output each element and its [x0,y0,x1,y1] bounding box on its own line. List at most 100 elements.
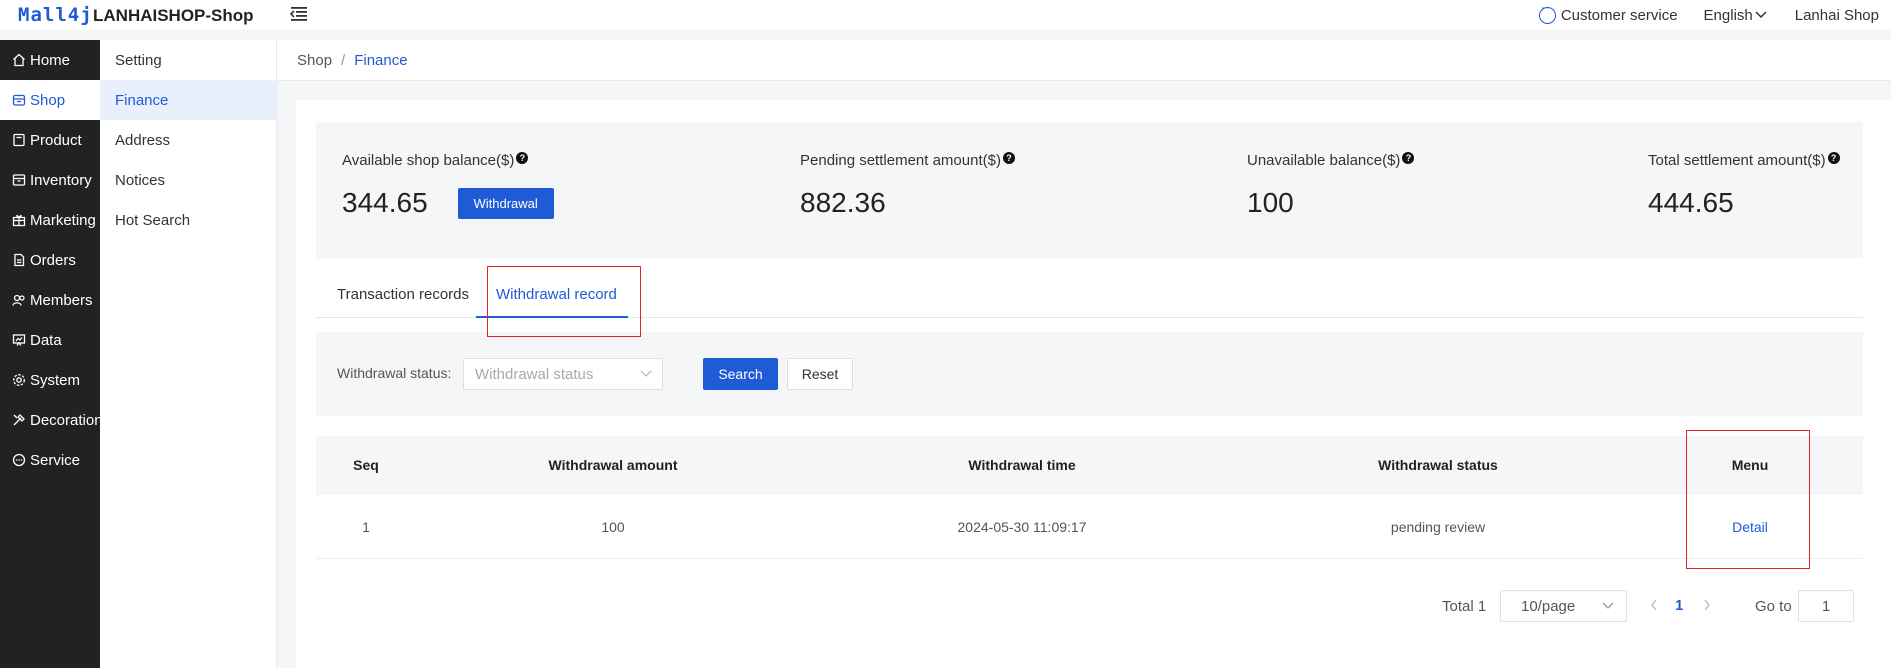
column-header-time: Withdrawal time [968,457,1076,473]
submenu-item-hot-search[interactable]: Hot Search [100,200,276,240]
sidebar-item-label: Data [30,331,62,349]
reset-button[interactable]: Reset [787,358,853,390]
goto-page-input[interactable] [1798,590,1854,622]
shop-name: LANHAISHOP-Shop [93,6,254,25]
cell-time: 2024-05-30 11:09:17 [957,519,1087,535]
submenu-item-address[interactable]: Address [100,120,276,160]
page-number-1[interactable]: 1 [1675,597,1683,614]
withdrawal-status-placeholder: Withdrawal status [475,365,594,383]
sidebar-item-label: Orders [30,251,76,269]
data-icon [12,333,26,347]
main-sidebar: Home Shop Product Inventory Marketing Or… [0,40,103,668]
top-right-actions: Customer service English Lanhai Shop [1538,0,1891,30]
sidebar-item-label: Members [30,291,93,309]
breadcrumb-shop[interactable]: Shop [297,52,332,69]
pending-settlement-label: Pending settlement amount($) [800,152,1001,169]
pagination: Total 1 10/page 1 Go to [296,590,1891,622]
page-size-select[interactable]: 10/page [1500,590,1627,622]
product-icon [12,133,26,147]
sidebar-item-orders[interactable]: Orders [0,240,100,280]
withdrawal-status-label: Withdrawal status: [337,365,452,381]
pending-settlement: Pending settlement amount($) ? 882.36 [800,151,1015,218]
help-icon[interactable]: ? [1402,151,1415,164]
breadcrumb-finance: Finance [354,51,408,69]
customer-service-label: Customer service [1560,6,1678,24]
column-header-status: Withdrawal status [1378,457,1498,473]
document-icon [12,253,26,267]
unavailable-balance-label: Unavailable balance($) [1247,152,1401,169]
submenu-item-setting[interactable]: Setting [100,40,276,80]
unavailable-balance-value: 100 [1247,186,1294,218]
customer-service-link[interactable]: Customer service [1538,2,1678,24]
available-balance-value: 344.65 [342,187,428,218]
column-header-menu: Menu [1731,457,1769,473]
page-size-value: 10/page [1521,597,1576,615]
sidebar-item-label: Product [30,131,82,149]
sidebar-item-label: System [30,371,81,389]
search-panel: Withdrawal status: Withdrawal status Sea… [316,332,1863,416]
members-icon [12,293,26,307]
inventory-icon [12,173,26,187]
withdrawal-button[interactable]: Withdrawal [457,187,554,219]
sidebar-item-inventory[interactable]: Inventory [0,160,100,200]
detail-link[interactable]: Detail [1732,495,1768,559]
chat-bubble-icon [1538,2,1556,24]
submenu-item-finance[interactable]: Finance [100,80,276,120]
total-settlement-value: 444.65 [1648,186,1734,218]
language-label: English [1703,6,1753,24]
chevron-down-icon [1755,11,1767,19]
cell-status: pending review [1390,519,1486,535]
next-page-icon[interactable] [1702,598,1712,612]
column-header-seq: Seq [353,457,379,473]
prev-page-icon[interactable] [1649,598,1659,612]
record-tabs: Transaction records Withdrawal record [316,272,1863,318]
finance-card: Available shop balance($) ? 344.65 Withd… [296,100,1891,668]
shop-icon [12,93,26,107]
sidebar-item-decoration[interactable]: Decoration [0,400,103,440]
total-settlement: Total settlement amount($) ? 444.65 [1648,151,1840,218]
sidebar-item-label: Shop [30,91,66,109]
table-header: Seq Withdrawal amount Withdrawal time Wi… [316,436,1863,495]
unavailable-balance: Unavailable balance($) ? 100 [1247,151,1415,218]
sidebar-item-home[interactable]: Home [0,40,100,80]
help-icon[interactable]: ? [516,151,529,164]
tab-withdrawal-record[interactable]: Withdrawal record [496,272,617,318]
active-tab-indicator [476,316,628,318]
user-menu[interactable]: Lanhai Shop [1795,7,1879,24]
language-dropdown[interactable]: English [1704,7,1767,24]
decoration-icon [12,413,26,427]
menu-collapse-icon[interactable] [290,6,308,22]
top-bar: Mall4j LANHAISHOP-Shop Customer service … [0,0,1891,30]
help-icon[interactable]: ? [1827,151,1840,164]
sidebar-item-marketing[interactable]: Marketing [0,200,100,240]
home-icon [12,53,26,67]
chevron-down-icon [640,370,652,377]
withdrawal-status-select[interactable]: Withdrawal status [463,358,663,390]
breadcrumb-separator: / [341,51,346,69]
help-icon[interactable]: ? [1002,151,1015,164]
sidebar-item-label: Inventory [30,171,92,189]
pagination-total: Total 1 [1442,598,1487,615]
logo: Mall4j [18,4,93,26]
table-row: 1 100 2024-05-30 11:09:17 pending review… [316,495,1863,559]
submenu-item-notices[interactable]: Notices [100,160,276,200]
gear-icon [12,373,26,387]
column-header-amount: Withdrawal amount [548,457,678,473]
sidebar-item-product[interactable]: Product [0,120,100,160]
total-settlement-label: Total settlement amount($) [1648,152,1826,169]
sidebar-item-system[interactable]: System [0,360,100,400]
chevron-down-icon [1602,602,1614,609]
sidebar-item-service[interactable]: Service [0,440,100,480]
cell-seq: 1 [362,519,370,535]
tab-transaction-records[interactable]: Transaction records [337,272,469,318]
sidebar-item-label: Home [30,51,71,69]
sidebar-item-data[interactable]: Data [0,320,100,360]
pending-settlement-value: 882.36 [800,186,886,218]
sub-sidebar: Setting Finance Address Notices Hot Sear… [100,40,277,668]
chat-icon [12,453,26,467]
search-button[interactable]: Search [703,358,778,390]
gift-icon [12,213,26,227]
goto-label: Go to [1755,598,1792,615]
sidebar-item-members[interactable]: Members [0,280,100,320]
sidebar-item-shop[interactable]: Shop [0,80,100,120]
